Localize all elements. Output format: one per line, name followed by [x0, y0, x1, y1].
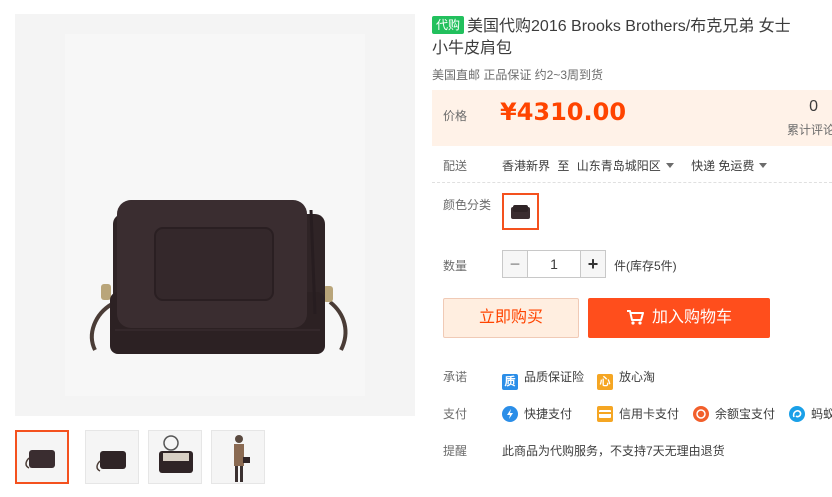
price-panel: 价格 ¥4310.00 0 累计评论 — [432, 90, 832, 146]
review-count[interactable]: 0 — [809, 98, 818, 116]
shipping-label: 配送 — [443, 159, 468, 173]
quantity-plus-button[interactable]: + — [580, 250, 606, 278]
lightning-icon — [502, 406, 518, 422]
payment-item-ant[interactable]: 蚂蚁 — [789, 405, 832, 422]
main-product-image[interactable] — [15, 14, 415, 416]
heart-icon: 心 — [597, 374, 613, 390]
payment-item-label: 快捷支付 — [524, 407, 573, 421]
credit-card-icon — [597, 406, 613, 422]
price-value: ¥4310.00 — [500, 98, 627, 126]
payment-item-label: 余额宝支付 — [715, 407, 776, 421]
quantity-label: 数量 — [443, 259, 468, 273]
payment-item-label: 信用卡支付 — [619, 407, 680, 421]
quantity-minus-button[interactable]: − — [502, 250, 528, 278]
payment-item-yuebao[interactable]: 余额宝支付 — [693, 405, 775, 422]
bag-illustration — [89, 200, 348, 354]
color-label: 颜色分类 — [443, 198, 492, 212]
review-label[interactable]: 累计评论 — [787, 121, 832, 138]
cart-icon — [626, 301, 644, 341]
reminder-label: 提醒 — [443, 444, 468, 458]
ant-icon — [789, 406, 805, 422]
payment-label: 支付 — [443, 407, 468, 421]
quantity-input[interactable]: 1 — [528, 250, 580, 278]
reminder-text: 此商品为代购服务，不支持7天无理由退货 — [502, 444, 725, 458]
promise-item-label: 放心淘 — [619, 370, 656, 384]
ship-from: 香港新界 — [502, 159, 551, 173]
product-subtitle: 美国直邮 正品保证 约2~3周到货 — [432, 68, 604, 82]
promise-item-quality[interactable]: 质品质保证险 — [502, 368, 584, 390]
destination-chevron-down-icon[interactable] — [665, 163, 674, 168]
color-option-swatch[interactable] — [502, 193, 539, 230]
coin-icon — [693, 406, 709, 422]
thumbnail-bag-open[interactable] — [148, 430, 202, 484]
title-line-2: 小牛皮肩包 — [432, 40, 513, 57]
add-to-cart-button[interactable]: 加入购物车 — [588, 298, 770, 338]
buy-now-button[interactable]: 立即购买 — [443, 298, 579, 338]
payment-item-label: 蚂蚁 — [811, 407, 832, 421]
ship-destination[interactable]: 山东青岛城阳区 — [577, 159, 661, 173]
add-cart-label: 加入购物车 — [651, 309, 732, 326]
price-label: 价格 — [443, 109, 468, 123]
thumbnail-model[interactable] — [211, 430, 265, 484]
daigou-badge: 代购 — [432, 16, 465, 34]
payment-item-quick[interactable]: 快捷支付 — [502, 405, 572, 422]
quality-icon: 质 — [502, 374, 518, 390]
promise-item-reassure[interactable]: 心放心淘 — [597, 368, 655, 390]
title-line-1: 美国代购2016 Brooks Brothers/布克兄弟 女士 — [467, 18, 791, 35]
ship-to-word: 至 — [557, 159, 570, 173]
thumbnail-bag-front[interactable] — [15, 430, 69, 484]
method-chevron-down-icon[interactable] — [759, 163, 768, 168]
product-title: 代购 美国代购2016 Brooks Brothers/布克兄弟 女士 — [432, 16, 832, 38]
promise-label: 承诺 — [443, 370, 468, 384]
payment-item-credit[interactable]: 信用卡支付 — [597, 405, 679, 422]
section-divider — [432, 182, 832, 183]
promise-item-label: 品质保证险 — [524, 370, 585, 384]
stock-text: 件(库存5件) — [614, 259, 677, 273]
thumbnail-bag-side[interactable] — [85, 430, 139, 484]
ship-method[interactable]: 快递 免运费 — [691, 159, 754, 173]
shipping-row: 香港新界 至 山东青岛城阳区 快递 免运费 — [502, 157, 768, 174]
